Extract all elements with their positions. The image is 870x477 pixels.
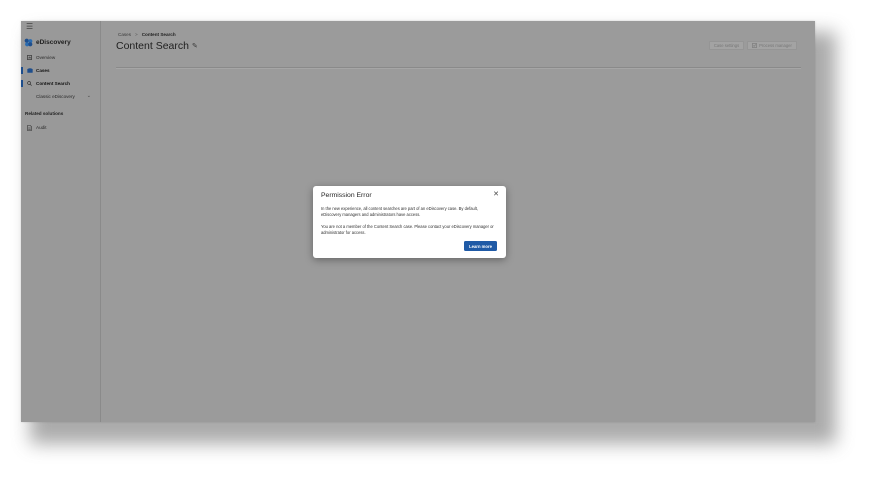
breadcrumb: Cases > Content Search	[118, 32, 176, 37]
app-name: eDiscovery	[36, 39, 71, 46]
close-icon[interactable]: ✕	[493, 191, 499, 198]
dialog-paragraph-2: You are not a member of the Content Sear…	[321, 224, 494, 235]
pencil-icon[interactable]: ✎	[192, 42, 198, 50]
sidebar-item-label: Overview	[36, 55, 56, 60]
sidebar: ☰ eDiscovery Overview Cases Content Sear…	[21, 21, 101, 422]
process-manager-label: Process manager	[759, 43, 792, 48]
audit-icon	[25, 124, 34, 131]
sidebar-item-label: Content Search	[36, 81, 70, 86]
related-solutions-title: Related solutions	[25, 111, 64, 116]
page-title-text: Content Search	[116, 40, 189, 52]
active-indicator	[21, 67, 23, 74]
sidebar-item-overview[interactable]: Overview	[21, 52, 101, 63]
permission-error-dialog: Permission Error ✕ In the new experience…	[313, 186, 506, 258]
ediscovery-logo-icon	[24, 38, 33, 47]
hamburger-icon[interactable]: ☰	[26, 23, 33, 31]
cases-icon	[25, 68, 34, 73]
process-icon	[752, 42, 757, 49]
sidebar-item-label: Audit	[36, 125, 47, 130]
process-manager-button[interactable]: Process manager	[747, 41, 797, 50]
header-divider	[116, 67, 801, 69]
sidebar-item-classic-ediscovery[interactable]: Classic eDiscovery ⌄	[21, 91, 101, 102]
learn-more-button[interactable]: Learn more	[464, 241, 497, 251]
app-brand: eDiscovery	[24, 38, 71, 47]
active-indicator	[21, 80, 23, 87]
dialog-title: Permission Error	[321, 192, 372, 199]
dialog-paragraph-1: In the new experience, all content searc…	[321, 206, 479, 217]
breadcrumb-current: Content Search	[141, 32, 176, 37]
sidebar-item-audit[interactable]: Audit	[21, 122, 101, 133]
breadcrumb-separator: >	[135, 32, 138, 37]
page-title: Content Search ✎	[116, 40, 198, 52]
sidebar-item-label: Cases	[36, 68, 50, 73]
search-icon	[25, 81, 34, 86]
sidebar-item-cases[interactable]: Cases	[21, 65, 101, 76]
sidebar-item-label: Classic eDiscovery	[36, 94, 75, 99]
chevron-down-icon: ⌄	[86, 93, 91, 99]
case-settings-button[interactable]: Case settings	[709, 41, 744, 50]
breadcrumb-cases-link[interactable]: Cases	[118, 32, 131, 37]
sidebar-item-content-search[interactable]: Content Search	[21, 78, 101, 89]
overview-icon	[25, 55, 34, 60]
